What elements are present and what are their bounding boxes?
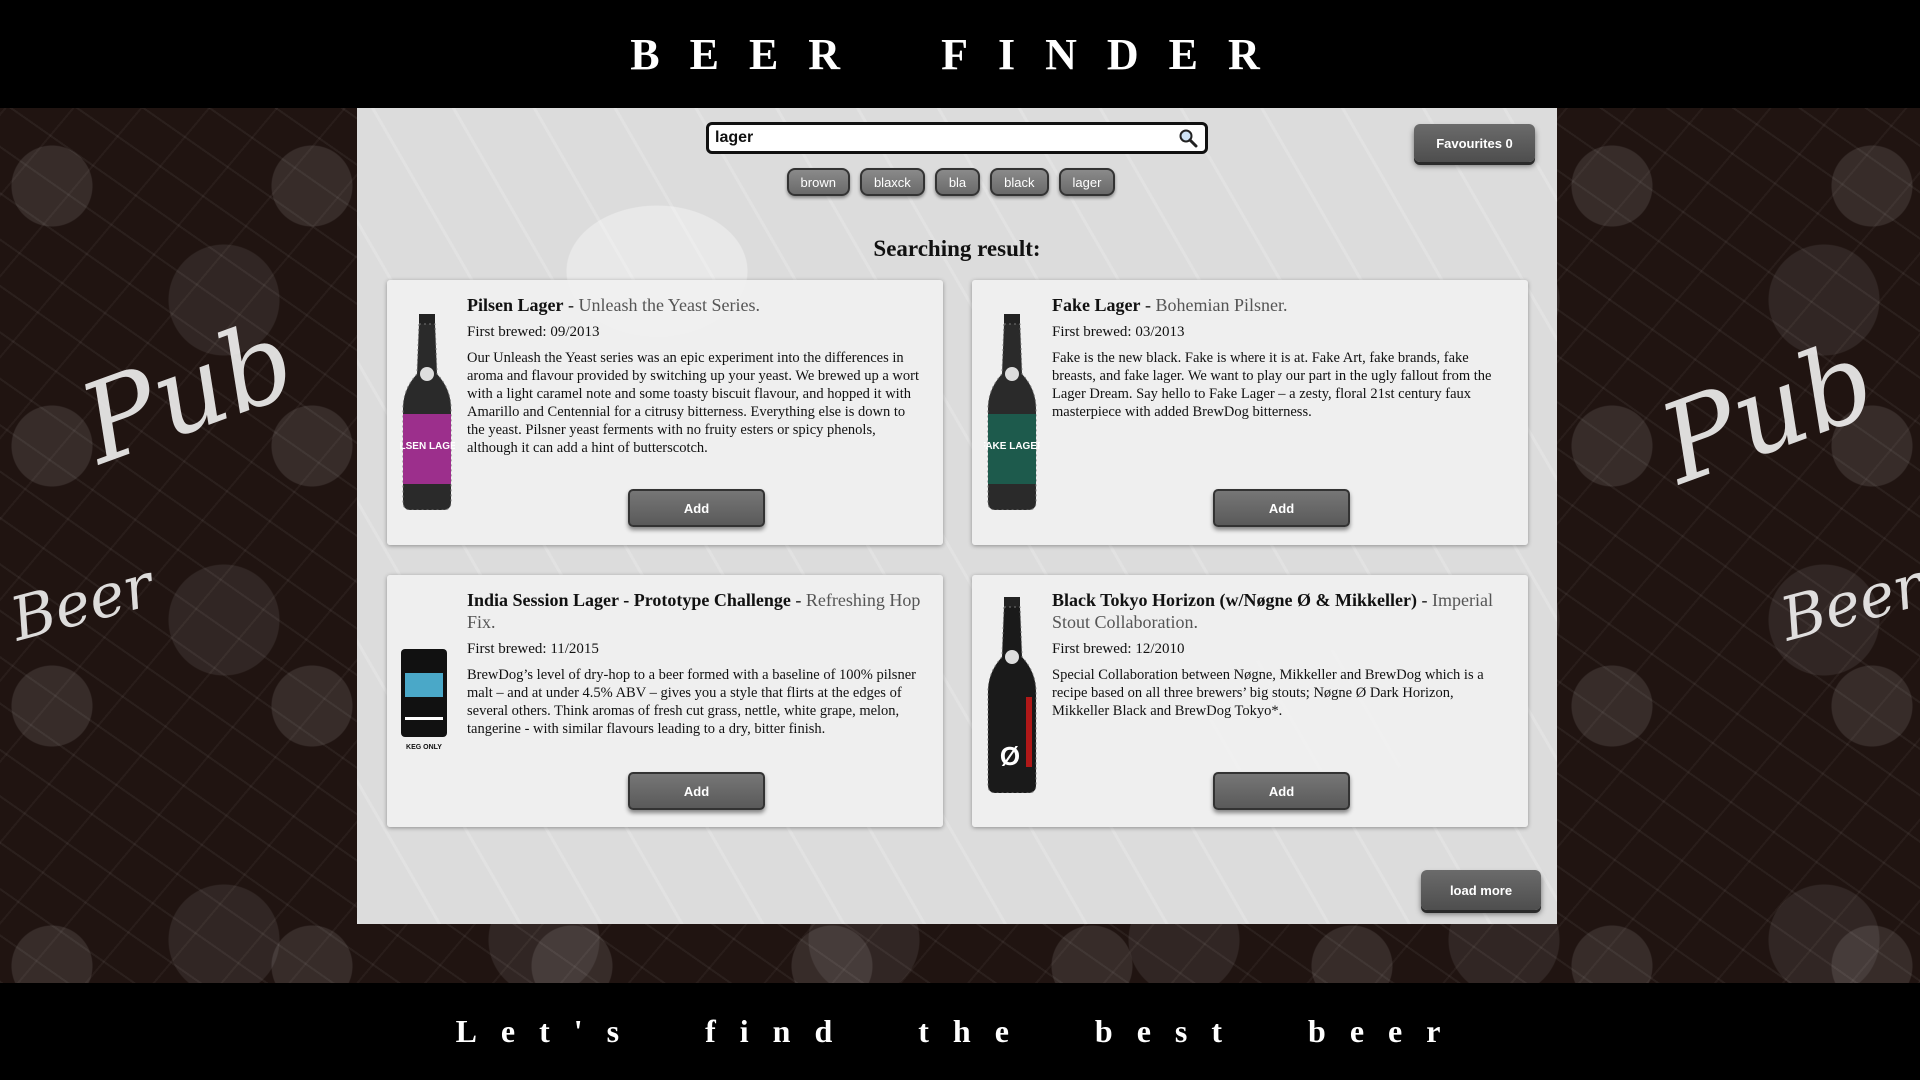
add-button[interactable]: Add — [628, 772, 765, 810]
recent-searches: brown blaxck bla black lager — [357, 168, 1557, 196]
recent-search-chip[interactable]: blaxck — [859, 168, 925, 196]
add-button[interactable]: Add — [1213, 772, 1350, 810]
recent-search-chip[interactable]: brown — [786, 168, 850, 196]
background-doodle-text: Pub — [1644, 315, 1891, 509]
beer-card: KEG ONLY India Session Lager - Prototype… — [387, 575, 943, 827]
recent-search-chip[interactable]: lager — [1058, 168, 1116, 196]
beer-description: Our Unleash the Yeast series was an epic… — [467, 350, 919, 456]
background-doodle-text: Beer — [3, 550, 161, 656]
beer-bottle-image: FAKE LAGER — [984, 314, 1040, 510]
beer-card: FAKE LAGER Fake Lager - Bohemian Pilsner… — [972, 280, 1528, 545]
search-icon[interactable] — [1177, 127, 1199, 149]
beer-card: PILSEN LAGER Pilsen Lager - Unleash the … — [387, 280, 943, 545]
beer-name: Black Tokyo Horizon (w/Nøgne Ø & Mikkell… — [1052, 590, 1418, 610]
main-panel: Favourites 0 brown blaxck bla black lage… — [357, 108, 1557, 924]
background-doodle-text: Beer — [1773, 550, 1920, 656]
beer-bottle-image: Ø — [987, 597, 1037, 793]
bottle-label — [1026, 697, 1032, 767]
add-button[interactable]: Add — [1213, 489, 1350, 527]
beer-description: BrewDog’s level of dry-hop to a beer for… — [467, 667, 916, 737]
recent-search-chip[interactable]: black — [990, 168, 1049, 196]
beer-card: Ø Black Tokyo Horizon (w/Nøgne Ø & Mikke… — [972, 575, 1528, 827]
first-brewed: First brewed: 11/2015 — [467, 641, 599, 657]
bottle-label-text: PILSEN LAGER — [399, 441, 455, 452]
beer-description: Special Collaboration between Nøgne, Mik… — [1052, 667, 1484, 719]
load-more-button[interactable]: load more — [1421, 870, 1541, 910]
site-footer: Let's find the best beer — [0, 983, 1920, 1080]
footer-tagline: Let's find the best beer — [455, 1013, 1465, 1049]
beer-name: Pilsen Lager — [467, 295, 564, 315]
site-title: BEER FINDER — [630, 29, 1290, 79]
search-input[interactable] — [715, 126, 1177, 150]
beer-keg-image: KEG ONLY — [401, 649, 447, 751]
beer-tagline: Bohemian Pilsner. — [1155, 295, 1288, 315]
first-brewed: First brewed: 09/2013 — [467, 324, 600, 340]
beer-name: India Session Lager - Prototype Challeng… — [467, 590, 791, 610]
bottle-label-text: KEG ONLY — [406, 744, 442, 751]
bottle-label-text: FAKE LAGER — [984, 441, 1040, 452]
beer-name: Fake Lager — [1052, 295, 1141, 315]
bottle-label — [405, 673, 443, 697]
beer-tagline: Unleash the Yeast Series. — [578, 295, 760, 315]
first-brewed: First brewed: 12/2010 — [1052, 641, 1185, 657]
add-button[interactable]: Add — [628, 489, 765, 527]
results-heading: Searching result: — [873, 236, 1041, 261]
recent-search-chip[interactable]: bla — [934, 168, 981, 196]
first-brewed: First brewed: 03/2013 — [1052, 324, 1185, 340]
background-doodle-text: Pub — [64, 295, 311, 489]
beer-bottle-image: PILSEN LAGER — [399, 314, 455, 510]
site-header: BEER FINDER — [0, 0, 1920, 108]
favourites-button[interactable]: Favourites 0 — [1414, 124, 1535, 162]
beer-description: Fake is the new black. Fake is where it … — [1052, 350, 1492, 420]
bottle-label-text: Ø — [1000, 741, 1020, 771]
search-box — [706, 122, 1208, 154]
